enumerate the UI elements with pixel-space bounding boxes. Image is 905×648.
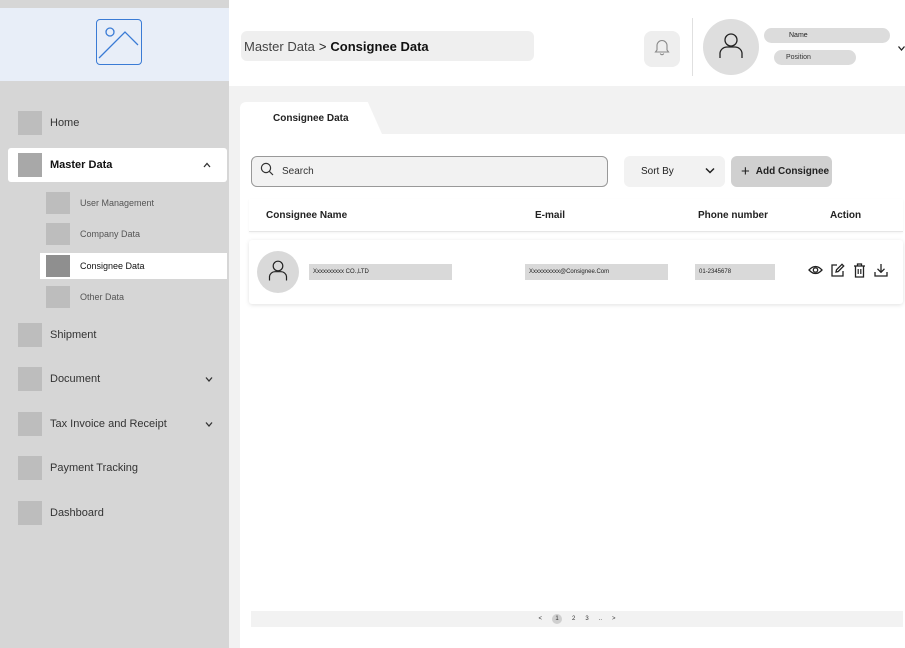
user-icon (267, 258, 289, 287)
shipment-icon (18, 323, 42, 347)
document-icon (18, 367, 42, 391)
pagination-prev[interactable]: < (538, 616, 542, 622)
breadcrumb: Master Data > Consignee Data (241, 31, 534, 61)
breadcrumb-separator: > (318, 38, 327, 54)
image-placeholder-icon (96, 19, 142, 65)
bell-icon (654, 38, 670, 61)
sidebar-item-payment-tracking[interactable]: Payment Tracking (0, 451, 229, 485)
pagination-ellipsis: .. (598, 616, 603, 622)
tab-consignee-data[interactable]: Consignee Data (240, 102, 382, 134)
sidebar-item-dashboard[interactable]: Dashboard (0, 496, 229, 530)
table-header: Consignee Name E-mail Phone number Actio… (249, 199, 903, 232)
sidebar-item-label: Shipment (50, 329, 97, 341)
sidebar-item-label: Master Data (50, 159, 113, 171)
user-icon (717, 30, 745, 65)
sort-by-label: Sort By (641, 166, 674, 177)
chevron-down-icon (205, 419, 213, 429)
sidebar-item-home[interactable]: Home (0, 106, 229, 140)
sidebar-subitem-label: Other Data (80, 292, 125, 302)
column-header-name[interactable]: Consignee Name (266, 210, 347, 221)
sidebar-item-master-data[interactable]: Master Data (8, 148, 227, 182)
other-data-icon (46, 286, 70, 308)
company-data-icon (46, 223, 70, 245)
chevron-down-icon (205, 374, 213, 384)
sidebar-subitem-label: Company Data (80, 229, 141, 239)
sidebar-subitem-user-management[interactable]: User Management (40, 190, 229, 216)
download-icon[interactable] (873, 262, 889, 278)
search-icon (260, 162, 274, 181)
chevron-down-icon (705, 166, 715, 177)
header: Master Data > Consignee Data Name Positi… (229, 8, 905, 86)
header-divider (692, 18, 693, 76)
breadcrumb-current: Consignee Data (330, 38, 429, 54)
column-header-phone[interactable]: Phone number (698, 210, 768, 221)
pagination-next[interactable]: > (612, 616, 616, 622)
sidebar-subitem-other-data[interactable]: Other Data (40, 284, 229, 310)
dashboard-icon (18, 501, 42, 525)
consignee-data-icon (46, 255, 70, 277)
column-header-email[interactable]: E-mail (535, 210, 565, 221)
master-data-icon (18, 153, 42, 177)
profile-name: Name (764, 28, 890, 43)
pagination-page[interactable]: 2 (572, 616, 575, 622)
sidebar-subitem-label: User Management (80, 198, 155, 208)
sidebar-subitem-label: Consignee Data (80, 261, 145, 271)
logo-area (0, 8, 229, 81)
content-panel: Search Sort By + Add Consignee Consignee… (240, 134, 905, 648)
sidebar-item-label: Dashboard (50, 507, 104, 519)
user-management-icon (46, 192, 70, 214)
trash-icon[interactable] (851, 262, 867, 278)
tax-invoice-icon (18, 412, 42, 436)
sidebar-item-shipment[interactable]: Shipment (0, 318, 229, 352)
chevron-up-icon (203, 160, 211, 170)
consignee-name-cell: Xxxxxxxxxx CO.,LTD (309, 264, 452, 280)
eye-icon[interactable] (807, 262, 823, 278)
add-consignee-label: Add Consignee (755, 166, 830, 177)
notification-button[interactable] (644, 31, 680, 67)
pagination-page-current[interactable]: 1 (551, 614, 562, 624)
table-row[interactable]: Xxxxxxxxxx CO.,LTD Xxxxxxxxxx@Consignee.… (249, 240, 903, 304)
sidebar-subitem-company-data[interactable]: Company Data (40, 221, 229, 247)
email-cell: Xxxxxxxxxx@Consignee.Com (525, 264, 668, 280)
payment-tracking-icon (18, 456, 42, 480)
profile-position: Position (774, 50, 856, 65)
main-area: Consignee Data Search Sort By + Add Cons… (229, 86, 905, 648)
sidebar: Home Master Data User Management Company… (0, 0, 229, 648)
add-consignee-button[interactable]: + Add Consignee (731, 156, 832, 187)
sidebar-subitem-consignee-data[interactable]: Consignee Data (40, 253, 227, 279)
phone-cell: 01-2345678 (695, 264, 775, 280)
edit-icon[interactable] (829, 262, 845, 278)
avatar (257, 251, 299, 293)
chevron-down-icon[interactable] (898, 44, 905, 53)
sidebar-item-label: Payment Tracking (50, 462, 139, 474)
column-header-action: Action (830, 210, 862, 221)
breadcrumb-parent[interactable]: Master Data (244, 39, 315, 54)
sidebar-item-tax-invoice[interactable]: Tax Invoice and Receipt (0, 407, 229, 441)
pagination: < 1 2 3 .. > (251, 611, 903, 627)
row-actions (807, 262, 889, 278)
profile-avatar[interactable] (703, 19, 759, 75)
search-placeholder: Search (282, 166, 314, 177)
sort-by-dropdown[interactable]: Sort By (624, 156, 725, 187)
home-icon (18, 111, 42, 135)
sidebar-item-label: Tax Invoice and Receipt (50, 418, 167, 430)
search-input[interactable]: Search (251, 156, 608, 187)
plus-icon: + (741, 163, 750, 180)
sidebar-item-label: Document (50, 373, 101, 385)
pagination-page[interactable]: 3 (585, 616, 588, 622)
sidebar-item-document[interactable]: Document (0, 362, 229, 396)
sidebar-item-label: Home (50, 117, 80, 129)
